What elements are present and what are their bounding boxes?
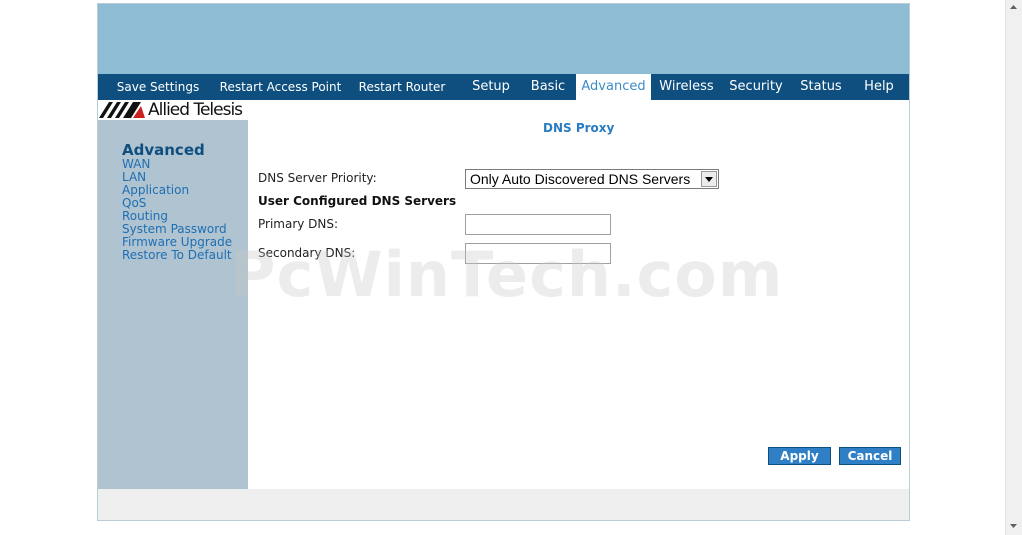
primary-dns-label: Primary DNS: (258, 217, 339, 231)
cancel-button[interactable]: Cancel (839, 447, 901, 465)
dns-priority-select[interactable]: Only Auto Discovered DNS Servers (465, 169, 719, 189)
page-title: DNS Proxy (543, 121, 615, 135)
sidebar-links: WAN LAN Application QoS Routing System P… (122, 158, 232, 262)
apply-button[interactable]: Apply (768, 447, 831, 465)
chevron-up-icon (1010, 5, 1017, 9)
allied-telesis-logo-icon (99, 102, 145, 118)
nav-basic[interactable]: Basic (522, 74, 574, 100)
chevron-down-icon (705, 177, 713, 182)
top-nav-bar: Save Settings Restart Access Point Resta… (98, 74, 909, 100)
nav-restart-access-point[interactable]: Restart Access Point (213, 74, 348, 100)
nav-status[interactable]: Status (792, 74, 850, 100)
browser-viewport: Save Settings Restart Access Point Resta… (0, 0, 1022, 535)
nav-security[interactable]: Security (724, 74, 788, 100)
nav-help[interactable]: Help (854, 74, 904, 100)
brand-logo: Allied Telesis (98, 100, 248, 120)
router-admin-page: Save Settings Restart Access Point Resta… (97, 3, 910, 521)
scroll-up-button[interactable] (1006, 0, 1022, 16)
dropdown-arrow-button[interactable] (701, 171, 717, 187)
dns-priority-value: Only Auto Discovered DNS Servers (470, 171, 691, 187)
nav-advanced[interactable]: Advanced (576, 74, 651, 100)
primary-dns-input[interactable] (465, 214, 611, 235)
user-dns-section-label: User Configured DNS Servers (258, 194, 457, 208)
chevron-down-icon (1010, 524, 1017, 528)
nav-wireless[interactable]: Wireless (653, 74, 720, 100)
vertical-scrollbar[interactable] (1005, 0, 1022, 535)
nav-setup[interactable]: Setup (464, 74, 518, 100)
sidebar: Advanced WAN LAN Application QoS Routing… (98, 120, 248, 489)
secondary-dns-input[interactable] (465, 243, 611, 264)
logo-text: Allied Telesis (148, 100, 243, 120)
secondary-dns-label: Secondary DNS: (258, 246, 356, 260)
header-banner (98, 4, 909, 74)
nav-restart-router[interactable]: Restart Router (352, 74, 452, 100)
scroll-down-button[interactable] (1006, 519, 1022, 535)
page-footer (98, 489, 909, 520)
nav-save-settings[interactable]: Save Settings (108, 74, 208, 100)
dns-priority-label: DNS Server Priority: (258, 171, 377, 185)
sidebar-item-restore-to-default[interactable]: Restore To Default (122, 249, 232, 262)
